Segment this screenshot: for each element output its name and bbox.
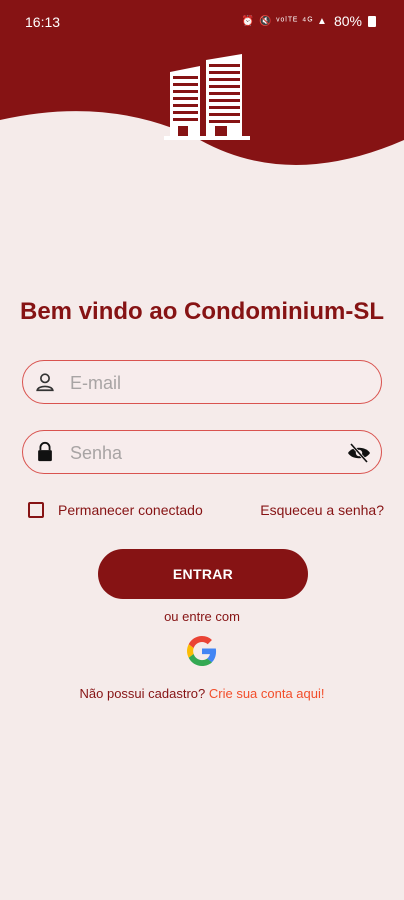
- remember-me[interactable]: Permanecer conectado: [28, 502, 203, 518]
- forgot-password-link[interactable]: Esqueceu a senha?: [260, 502, 384, 518]
- header: 16:13 ⏰ 🔇 ᵛᵒˡᵀᴱ ⁴ᴳ ▲ 80%: [0, 0, 404, 200]
- enter-button[interactable]: ENTRAR: [98, 549, 308, 599]
- status-icons: ⏰ 🔇 ᵛᵒˡᵀᴱ ⁴ᴳ ▲ 80%: [242, 13, 376, 29]
- lock-icon: [34, 441, 56, 468]
- status-time: 16:13: [25, 14, 61, 30]
- user-icon: [34, 371, 56, 398]
- password-input[interactable]: [68, 431, 342, 475]
- header-background: [0, 0, 404, 165]
- status-indicators: ⏰ 🔇 ᵛᵒˡᵀᴱ ⁴ᴳ ▲: [241, 15, 328, 27]
- page-title: Bem vindo ao Condominium-SL: [20, 298, 384, 325]
- remember-checkbox[interactable]: [28, 502, 44, 518]
- signup-text: Não possui cadastro?: [79, 686, 206, 701]
- email-field-container[interactable]: [22, 360, 382, 405]
- google-icon[interactable]: [187, 636, 217, 666]
- options-row: Permanecer conectado Esqueceu a senha?: [28, 500, 384, 520]
- password-field-container[interactable]: [22, 430, 382, 475]
- remember-label: Permanecer conectado: [58, 502, 203, 518]
- signup-link[interactable]: Crie sua conta aqui!: [209, 686, 325, 701]
- signup-prompt: Não possui cadastro? Crie sua conta aqui…: [0, 686, 404, 701]
- battery-icon: [368, 15, 376, 27]
- or-text: ou entre com: [164, 609, 240, 624]
- email-input[interactable]: [68, 361, 342, 405]
- battery-level: 80%: [333, 13, 362, 29]
- eye-off-icon[interactable]: [347, 443, 371, 468]
